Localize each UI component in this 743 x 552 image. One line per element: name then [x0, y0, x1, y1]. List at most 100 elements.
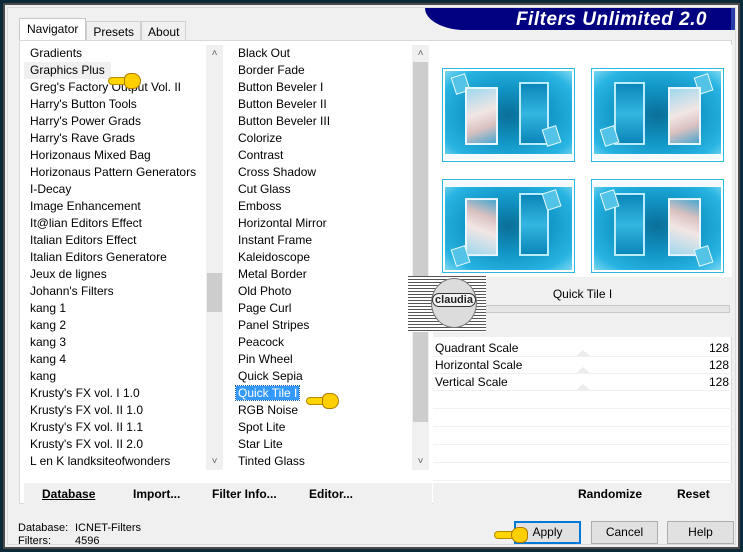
preview-tile-top-left — [442, 68, 575, 162]
list-item[interactable]: Peacock — [232, 334, 412, 351]
list-item[interactable]: Gradients — [24, 45, 210, 62]
list-item[interactable]: Horizonaus Mixed Bag — [24, 147, 210, 164]
list-item[interactable]: Cut Glass — [232, 181, 412, 198]
face-frame — [465, 197, 499, 256]
list-item[interactable]: It@lian Editors Effect — [24, 215, 210, 232]
list-item-label: Quick Sepia — [238, 369, 303, 383]
list-item[interactable]: Button Beveler III — [232, 113, 412, 130]
list-item[interactable]: Page Curl — [232, 300, 412, 317]
hand-fist — [322, 393, 339, 409]
scroll-up-icon[interactable]: ˄ — [412, 45, 429, 62]
param-slider-row[interactable]: Quadrant Scale 128 — [433, 340, 732, 357]
import-button[interactable]: Import... — [133, 487, 180, 501]
preview-area — [433, 45, 732, 277]
filter-info-button[interactable]: Filter Info... — [212, 487, 277, 501]
filter-scrollbar[interactable]: ˄ ˅ — [412, 45, 429, 470]
list-item-label: Metal Border — [238, 267, 307, 281]
list-item[interactable]: Cross Shadow — [232, 164, 412, 181]
list-item[interactable]: Italian Editors Generatore — [24, 249, 210, 266]
list-item[interactable]: Pin Wheel — [232, 351, 412, 368]
list-item[interactable]: I-Decay — [24, 181, 210, 198]
editor-button[interactable]: Editor... — [309, 487, 353, 501]
scroll-down-icon[interactable]: ˅ — [412, 453, 429, 470]
list-item-label: Button Beveler III — [238, 114, 331, 128]
param-name: Quadrant Scale — [435, 341, 519, 355]
list-item[interactable]: Horizontal Mirror — [232, 215, 412, 232]
list-item[interactable]: Krusty's FX vol. II 1.1 — [24, 419, 210, 436]
tab-about[interactable]: About — [141, 21, 187, 42]
list-item[interactable]: Panel Stripes — [232, 317, 412, 334]
list-item[interactable]: Krusty's FX vol. II 1.0 — [24, 402, 210, 419]
list-item[interactable]: Border Fade — [232, 62, 412, 79]
list-item[interactable]: Johann's Filters — [24, 283, 210, 300]
list-item[interactable]: Kaleidoscope — [232, 249, 412, 266]
help-button[interactable]: Help — [667, 521, 734, 544]
list-item[interactable]: Instant Frame — [232, 232, 412, 249]
list-item-label: Harry's Power Grads — [30, 114, 141, 128]
filter-scroll-thumb[interactable] — [413, 62, 428, 422]
list-item[interactable]: Horizonaus Pattern Generators — [24, 164, 210, 181]
category-scroll-thumb[interactable] — [207, 273, 222, 313]
list-item[interactable]: Spot Lite — [232, 419, 412, 436]
list-item-label: Emboss — [238, 199, 282, 213]
category-scrollbar[interactable]: ˄ ˅ — [206, 45, 223, 470]
param-slider-row[interactable]: Horizontal Scale 128 — [433, 357, 732, 374]
list-item[interactable]: Jeux de lignes — [24, 266, 210, 283]
list-item-label: kang — [30, 369, 57, 383]
list-item-label: Cut Glass — [238, 182, 291, 196]
list-item[interactable]: kang 2 — [24, 317, 210, 334]
list-item-label: Border Fade — [238, 63, 305, 77]
status-filters-label: Filters: — [18, 535, 51, 547]
list-item[interactable]: Old Photo — [232, 283, 412, 300]
list-item[interactable]: Button Beveler I — [232, 79, 412, 96]
reset-button[interactable]: Reset — [677, 487, 710, 501]
list-item[interactable]: Harry's Power Grads — [24, 113, 210, 130]
randomize-button[interactable]: Randomize — [578, 487, 642, 501]
list-item[interactable]: Graphics Plus — [24, 62, 111, 79]
pointing-hand-icon — [494, 526, 528, 544]
list-item[interactable]: Colorize — [232, 130, 412, 147]
list-item-label: Pin Wheel — [238, 352, 293, 366]
list-item[interactable]: kang 1 — [24, 300, 210, 317]
scroll-down-icon[interactable]: ˅ — [206, 453, 223, 470]
filters-unlimited-window: Filters Unlimited 2.0 Navigator Presets … — [3, 3, 740, 549]
list-item[interactable]: Tinted Glass — [232, 453, 412, 470]
list-item-label: kang 1 — [30, 301, 67, 315]
claudia-watermark: claudia — [408, 276, 486, 332]
white-strip — [594, 182, 721, 188]
face-frame — [667, 86, 701, 145]
list-item[interactable]: kang 4 — [24, 351, 210, 368]
list-item[interactable]: kang 3 — [24, 334, 210, 351]
param-name: Vertical Scale — [435, 375, 508, 389]
list-item[interactable]: Harry's Rave Grads — [24, 130, 210, 147]
list-item[interactable]: Emboss — [232, 198, 412, 215]
status-database-row: Database: ICNET-Filters — [18, 522, 141, 535]
list-item-label: Kaleidoscope — [238, 250, 311, 264]
app-title: Filters Unlimited 2.0 — [515, 9, 707, 30]
slider-thumb[interactable] — [576, 350, 591, 356]
database-button[interactable]: Database — [42, 487, 95, 501]
navigator-toolbar: Database Import... Filter Info... Editor… — [24, 483, 432, 509]
tab-presets[interactable]: Presets — [86, 21, 142, 42]
slider-thumb[interactable] — [576, 384, 591, 390]
list-item[interactable]: kang — [24, 368, 210, 385]
category-list[interactable]: Gradients Graphics Plus Greg's Factory Out… — [24, 45, 210, 470]
list-item[interactable]: Harry's Button Tools — [24, 96, 210, 113]
list-item[interactable]: Italian Editors Effect — [24, 232, 210, 249]
list-item[interactable]: Image Enhancement — [24, 198, 210, 215]
list-item[interactable]: Krusty's FX vol. II 2.0 — [24, 436, 210, 453]
list-item[interactable]: Contrast — [232, 147, 412, 164]
cancel-button[interactable]: Cancel — [591, 521, 658, 544]
list-item-label: Peacock — [238, 335, 285, 349]
list-item[interactable]: Button Beveler II — [232, 96, 412, 113]
list-item[interactable]: Star Lite — [232, 436, 412, 453]
list-item[interactable]: Metal Border — [232, 266, 412, 283]
list-item[interactable]: Black Out — [232, 45, 412, 62]
param-slider-row[interactable]: Vertical Scale 128 — [433, 374, 732, 391]
list-item[interactable]: Krusty's FX vol. I 1.0 — [24, 385, 210, 402]
face-frame — [667, 197, 701, 256]
list-item[interactable]: L en K landksiteofwonders — [24, 453, 210, 470]
list-item[interactable]: Quick Sepia — [232, 368, 412, 385]
scroll-up-icon[interactable]: ˄ — [206, 45, 223, 62]
slider-thumb[interactable] — [576, 367, 591, 373]
